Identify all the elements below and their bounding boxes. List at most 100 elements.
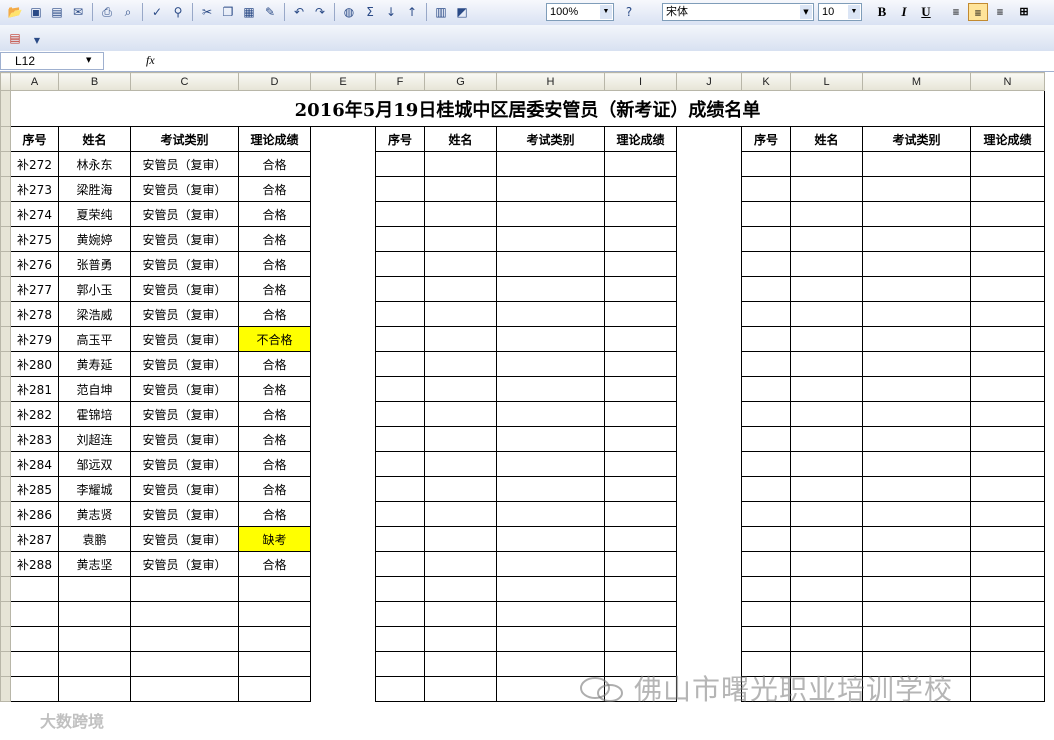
cell[interactable]: [604, 576, 677, 602]
row-header[interactable]: [0, 90, 11, 127]
cell[interactable]: [862, 476, 971, 502]
cell[interactable]: [862, 301, 971, 327]
name-cell[interactable]: 梁胜海: [58, 176, 131, 202]
cell[interactable]: [604, 401, 677, 427]
score-cell[interactable]: 合格: [238, 151, 311, 177]
cell[interactable]: [58, 651, 131, 677]
cell[interactable]: [496, 276, 605, 302]
chart-wizard-icon[interactable]: ▥: [432, 3, 450, 21]
exam-type-cell[interactable]: 安管员（复审）: [130, 376, 239, 402]
open-icon[interactable]: 📂: [6, 3, 24, 21]
cell[interactable]: [790, 576, 863, 602]
name-cell[interactable]: 梁浩威: [58, 301, 131, 327]
score-cell[interactable]: 合格: [238, 476, 311, 502]
column-header[interactable]: F: [375, 72, 425, 91]
cell[interactable]: [375, 226, 425, 252]
cell[interactable]: [862, 151, 971, 177]
gap-cell[interactable]: [310, 426, 376, 452]
row-header[interactable]: [0, 351, 11, 377]
cell[interactable]: [238, 601, 311, 627]
column-label[interactable]: 姓名: [790, 126, 863, 152]
cell[interactable]: [604, 226, 677, 252]
cell[interactable]: [790, 301, 863, 327]
column-header[interactable]: I: [604, 72, 677, 91]
column-header[interactable]: L: [790, 72, 863, 91]
cell[interactable]: [424, 301, 497, 327]
cell[interactable]: [790, 376, 863, 402]
research-icon[interactable]: ⚲: [169, 3, 187, 21]
name-cell[interactable]: 李耀城: [58, 476, 131, 502]
exam-type-cell[interactable]: 安管员（复审）: [130, 476, 239, 502]
row-header[interactable]: [0, 151, 11, 177]
cell[interactable]: [970, 576, 1045, 602]
cell[interactable]: [741, 251, 791, 277]
cell[interactable]: [790, 601, 863, 627]
cell[interactable]: [790, 176, 863, 202]
cell[interactable]: [424, 201, 497, 227]
align-left-icon[interactable]: ≡: [946, 3, 966, 21]
gap-cell[interactable]: [310, 201, 376, 227]
sheet-title[interactable]: 2016年5月19日桂城中区居委安管员（新考证）成绩名单: [10, 90, 1045, 127]
exam-type-cell[interactable]: 安管员（复审）: [130, 401, 239, 427]
name-cell[interactable]: 邹远双: [58, 451, 131, 477]
cell[interactable]: [862, 276, 971, 302]
column-label[interactable]: 姓名: [58, 126, 131, 152]
worksheet-grid[interactable]: A B C D E F G H I J K L M N 2016年5月19日桂城中区居委安管员（新考证）成绩…: [0, 72, 1054, 740]
help-icon[interactable]: ?: [620, 3, 638, 21]
gap-cell[interactable]: [310, 651, 376, 677]
cell[interactable]: [375, 551, 425, 577]
cell[interactable]: [238, 651, 311, 677]
cell[interactable]: [604, 501, 677, 527]
cell[interactable]: [741, 176, 791, 202]
cell[interactable]: [375, 251, 425, 277]
row-header[interactable]: [0, 426, 11, 452]
cell[interactable]: [424, 651, 497, 677]
cell[interactable]: [496, 576, 605, 602]
gap-cell[interactable]: [310, 376, 376, 402]
cell[interactable]: [496, 551, 605, 577]
cell[interactable]: [604, 476, 677, 502]
cell[interactable]: [970, 201, 1045, 227]
cell[interactable]: [741, 376, 791, 402]
cell[interactable]: [790, 326, 863, 352]
gap-cell[interactable]: [676, 501, 742, 527]
paste-icon[interactable]: ▦: [240, 3, 258, 21]
score-cell[interactable]: 合格: [238, 401, 311, 427]
cell[interactable]: [424, 601, 497, 627]
cell[interactable]: [375, 201, 425, 227]
cell[interactable]: [58, 676, 131, 702]
column-label[interactable]: 考试类别: [496, 126, 605, 152]
cell[interactable]: [496, 651, 605, 677]
exam-type-cell[interactable]: 安管员（复审）: [130, 276, 239, 302]
exam-type-cell[interactable]: 安管员（复审）: [130, 551, 239, 577]
cell[interactable]: [741, 476, 791, 502]
cell[interactable]: [10, 601, 59, 627]
row-header[interactable]: [0, 251, 11, 277]
name-cell[interactable]: 黄婉婷: [58, 226, 131, 252]
cell[interactable]: [496, 176, 605, 202]
cell[interactable]: [862, 451, 971, 477]
serial-cell[interactable]: 补278: [10, 301, 59, 327]
cell[interactable]: [741, 151, 791, 177]
exam-type-cell[interactable]: 安管员（复审）: [130, 301, 239, 327]
exam-type-cell[interactable]: 安管员（复审）: [130, 226, 239, 252]
score-cell[interactable]: 合格: [238, 351, 311, 377]
gap-cell[interactable]: [310, 401, 376, 427]
cell[interactable]: [496, 376, 605, 402]
cell[interactable]: [970, 251, 1045, 277]
exam-type-cell[interactable]: 安管员（复审）: [130, 351, 239, 377]
score-cell[interactable]: 合格: [238, 376, 311, 402]
cell[interactable]: [424, 376, 497, 402]
cell[interactable]: [375, 376, 425, 402]
score-cell[interactable]: 合格: [238, 176, 311, 202]
cell[interactable]: [424, 551, 497, 577]
cell[interactable]: [604, 276, 677, 302]
cell[interactable]: [58, 601, 131, 627]
column-label[interactable]: 理论成绩: [238, 126, 311, 152]
align-center-icon[interactable]: ≡: [968, 3, 988, 21]
cell[interactable]: [58, 626, 131, 652]
copy-icon[interactable]: ❐: [219, 3, 237, 21]
cell[interactable]: [862, 426, 971, 452]
gap-cell[interactable]: [310, 451, 376, 477]
cell[interactable]: [970, 226, 1045, 252]
